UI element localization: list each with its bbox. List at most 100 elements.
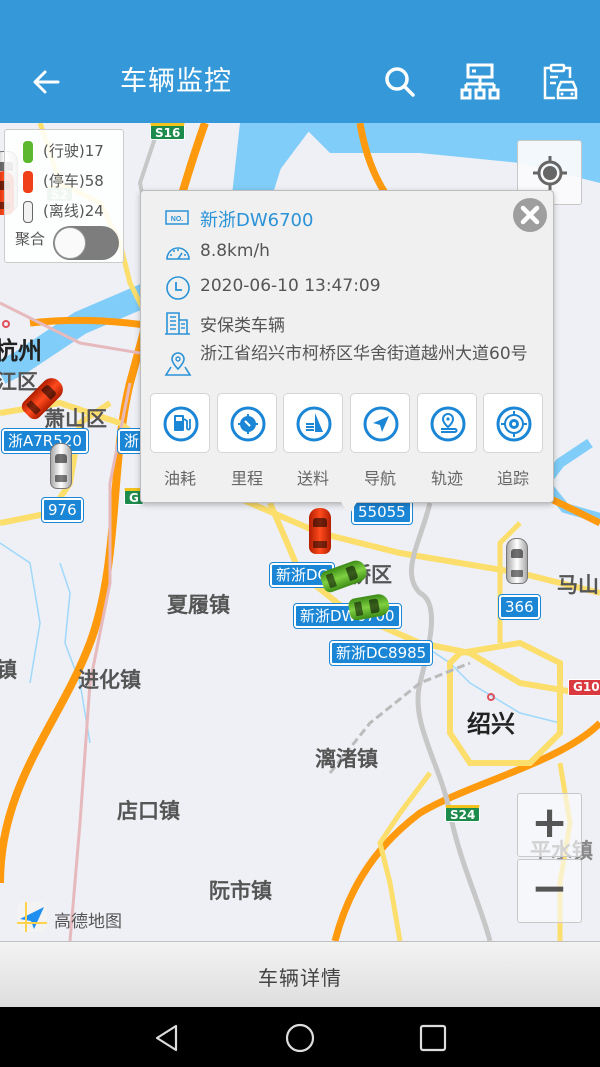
action-label: 追踪 [496,469,529,488]
aggregate-toggle[interactable] [53,226,119,260]
nav-recents-square-icon [419,1024,447,1052]
vehicle-label[interactable]: 976 [41,497,84,523]
delivery-icon [296,406,332,442]
map-provider-label: 高德地图 [54,912,122,932]
action-label: 油耗 [163,469,196,488]
nav-home-circle-icon [285,1023,315,1053]
popup-pointer [341,502,357,515]
zoom-in-button[interactable]: + [517,793,582,857]
action-tile [417,393,477,453]
vehicle-label[interactable]: 55055 [351,499,413,525]
vehicle-marker[interactable] [506,538,528,584]
action-tile [483,393,543,453]
mileage-icon [230,406,266,442]
legend-label: (行驶)17 [43,142,104,160]
status-legend: (行驶)17 (停车)58 (离线)24 聚合 [4,129,124,263]
org-tree-button[interactable] [460,62,500,102]
vehicle-address: 浙江省绍兴市柯桥区华舍街道越州大道60号 [200,344,528,364]
building-icon [165,312,190,335]
map-provider-logo: 高德地图 [16,901,122,933]
vehicle-info-popup: NO. 新浙DW6700 8.8km/h 2020-06-10 13:47:09 [140,190,554,515]
vehicle-category: 安保类车辆 [200,316,285,336]
clock-icon [166,276,190,300]
gps-time: 2020-06-10 13:47:09 [200,276,381,296]
zoom-controls: + − [517,793,582,923]
vehicle-detail-label: 车辆详情 [258,966,342,990]
action-label: 轨迹 [430,469,463,488]
action-buttons: 油耗 里程 送料 导航 轨迹 追踪 [150,393,550,493]
action-label: 送料 [296,469,329,488]
mileage-button[interactable]: 里程 [217,393,277,489]
org-tree-icon [460,63,500,100]
system-nav-bar [0,1007,600,1067]
fuel-button[interactable]: 油耗 [150,393,210,489]
close-popup-button[interactable] [513,198,547,232]
action-label: 里程 [230,469,263,488]
legend-item-driving[interactable]: (行驶)17 [5,138,125,164]
zoom-out-button[interactable]: − [517,859,582,923]
legend-item-parked[interactable]: (停车)58 [5,168,125,194]
place-label: 绍兴 [467,710,515,738]
action-tile [150,393,210,453]
nav-home-button[interactable] [283,1021,317,1055]
track-icon [430,406,466,442]
svg-text:NO.: NO. [171,216,184,223]
nav-recents-button[interactable] [416,1021,450,1055]
nav-back-button[interactable] [150,1021,184,1055]
road-shield: G104 [568,679,600,696]
fuel-icon [163,406,199,442]
road-shield: S24 [445,805,481,822]
close-icon [520,205,540,225]
place-label: 杭州 [0,337,42,365]
place-label: 店口镇 [117,799,180,823]
speedometer-icon [166,247,190,260]
green-car-icon [23,141,33,163]
page-title: 车辆监控 [120,66,232,97]
city-marker-icon [487,693,495,701]
place-label: 镇 [0,658,17,682]
track-button[interactable]: 轨迹 [417,393,477,489]
search-button[interactable] [380,62,420,102]
amap-logo-icon [17,902,47,932]
place-label: 阮市镇 [209,879,272,903]
vehicle-plate: 新浙DW6700 [200,210,314,231]
follow-button[interactable]: 追踪 [483,393,543,489]
delivery-button[interactable]: 送料 [283,393,343,489]
action-label: 导航 [363,469,396,488]
action-tile [350,393,410,453]
action-tile [283,393,343,453]
vehicle-marker[interactable] [50,443,72,489]
toggle-knob [54,227,86,259]
legend-label: (停车)58 [43,172,104,190]
city-marker-icon [2,320,10,328]
red-car-icon [23,171,33,193]
vehicle-label[interactable]: 新浙DC8985 [328,640,434,666]
back-button[interactable] [28,64,64,100]
app-bar: 车辆监控 [0,0,600,123]
vehicle-speed: 8.8km/h [200,241,270,261]
legend-item-offline[interactable]: (离线)24 [5,198,125,224]
vehicle-label[interactable]: 浙A7R520 [1,428,89,454]
road-shield: S16 [150,123,186,140]
vehicle-detail-button[interactable]: 车辆详情 [0,941,600,1007]
location-pin-icon [164,352,192,376]
place-label: 马山 [557,573,599,597]
place-label: 夏履镇 [167,593,230,617]
back-arrow-icon [33,70,60,94]
place-label: 进化镇 [78,668,141,692]
map-view[interactable]: 杭州 江区 萧山区 桥区 夏履镇 进化镇 镇 绍兴 漓渚镇 店口镇 阮市镇 马山… [0,123,600,941]
action-tile [217,393,277,453]
white-car-icon [23,201,33,223]
vehicle-list-icon [543,63,578,100]
plate-number-icon: NO. [165,210,189,225]
vehicle-marker[interactable] [309,508,331,554]
nav-back-triangle-icon [155,1024,178,1052]
place-label: 漓渚镇 [315,747,378,771]
navigate-button[interactable]: 导航 [350,393,410,489]
navigate-icon [363,406,399,442]
search-icon [385,67,415,97]
aggregate-label: 聚合 [15,230,46,248]
vehicle-list-button[interactable] [539,62,579,102]
vehicle-label[interactable]: 366 [498,594,541,620]
legend-label: (离线)24 [43,202,104,220]
